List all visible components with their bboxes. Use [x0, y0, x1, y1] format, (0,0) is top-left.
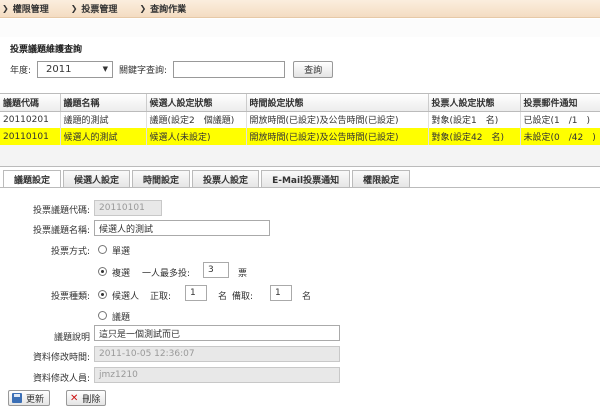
desc-field[interactable]: 這只是一個測試而已 [94, 325, 340, 341]
type-candidate-radio[interactable] [98, 290, 107, 299]
main-count-unit: 名 [218, 292, 228, 302]
modtime-label: 資料修改時間: [32, 353, 90, 363]
tab-issue-settings[interactable]: 議題設定 [3, 170, 62, 188]
table-cell: 20110101 [0, 128, 61, 145]
type-label: 投票種類: [50, 292, 90, 302]
keyword-input[interactable] [173, 60, 286, 78]
table-header-row: 議題代碼 議題名稱 候選人設定狀態 時間設定狀態 投票人設定狀態 投票郵件通知 [0, 94, 600, 112]
method-single-label: 單選 [112, 247, 131, 257]
column-header[interactable]: 時間設定狀態 [246, 94, 429, 112]
method-single-radio[interactable] [98, 245, 107, 254]
table-cell: 開放時間(已設定)及公告時間(已設定) [246, 111, 429, 128]
main-count-input[interactable]: 1 [185, 285, 207, 301]
max-votes-input[interactable]: 3 [203, 262, 229, 278]
method-multi-radio[interactable] [98, 267, 107, 276]
backup-count-label: 備取: [232, 292, 254, 302]
table-cell: 未設定(0 /42 ) [520, 128, 600, 145]
breadcrumb-item-query[interactable]: ❯ 查詢作業 [139, 2, 186, 15]
chevron-right-icon: ❯ [139, 4, 147, 13]
code-field: 20110101 [94, 200, 162, 216]
type-candidate-label: 候選人 [112, 292, 140, 302]
tab-divider [0, 187, 600, 188]
table-cell: 已設定(1 /1 ) [520, 111, 600, 128]
breadcrumb: ❯ 權限管理 ❯ 投票管理 ❯ 查詢作業 [0, 0, 600, 18]
update-button-label: 更新 [26, 394, 45, 405]
backup-count-input[interactable]: 1 [270, 285, 292, 301]
table-cell: 對象(設定42 名) [428, 128, 521, 145]
backup-count-unit: 名 [302, 292, 312, 302]
table-cell: 對象(設定1 名) [428, 111, 521, 128]
tab-email-notice[interactable]: E-Mail投票通知 [261, 170, 351, 187]
table-row[interactable]: 20110201 議題的測試 議題(設定2 個議題) 開放時間(已設定)及公告時… [0, 111, 600, 128]
breadcrumb-label: 查詢作業 [150, 5, 187, 15]
tab-permission-settings[interactable]: 權限設定 [352, 170, 411, 187]
type-issue-label: 議題 [112, 313, 131, 323]
main-count-label: 正取: [150, 292, 172, 302]
breadcrumb-item-permissions[interactable]: ❯ 權限管理 [2, 2, 49, 15]
search-row: 年度: 2011 ▼ 關鍵字查詢: 查詢 [10, 60, 334, 78]
dropdown-arrow-icon: ▼ [102, 65, 109, 73]
modby-field: jmz1210 [94, 367, 340, 383]
table-scrollbar[interactable] [0, 163, 600, 167]
table-cell: 候選人(未設定) [146, 128, 247, 145]
column-header[interactable]: 候選人設定狀態 [146, 94, 247, 112]
table-cell: 20110201 [0, 111, 61, 128]
search-button[interactable]: 查詢 [293, 60, 334, 78]
chevron-right-icon: ❯ [2, 4, 9, 13]
table-cell: 議題(設定2 個議題) [146, 111, 247, 128]
update-button[interactable]: 更新 [8, 390, 51, 406]
delete-button[interactable]: ✕ 刪除 [66, 390, 107, 406]
code-label: 投票議題代碼: [32, 206, 90, 216]
issue-table: 議題代碼 議題名稱 候選人設定狀態 時間設定狀態 投票人設定狀態 投票郵件通知 … [0, 93, 600, 163]
column-header[interactable]: 投票郵件通知 [520, 94, 600, 112]
year-select[interactable]: 2011 ▼ [37, 60, 114, 78]
method-multi-label: 複選 [112, 269, 131, 279]
table-row-selected[interactable]: 20110101 候選人的測試 候選人(未設定) 開放時間(已設定)及公告時間(… [0, 128, 600, 145]
breadcrumb-label: 權限管理 [12, 5, 49, 15]
breadcrumb-label: 投票管理 [81, 5, 118, 15]
year-label: 年度: [10, 65, 32, 76]
search-section-title: 投票議題維護查詢 [10, 45, 83, 55]
column-header[interactable]: 議題名稱 [60, 94, 147, 112]
max-votes-label: 一人最多投: [142, 269, 191, 279]
table-cell: 開放時間(已設定)及公告時間(已設定) [246, 128, 429, 145]
name-label: 投票議題名稱: [32, 226, 90, 236]
chevron-right-icon: ❯ [70, 4, 78, 13]
keyword-label: 關鍵字查詢: [119, 65, 168, 76]
modby-label: 資料修改人員: [32, 374, 90, 384]
name-field[interactable]: 候選人的測試 [94, 220, 270, 236]
breadcrumb-item-voting[interactable]: ❯ 投票管理 [71, 2, 118, 15]
tab-time-settings[interactable]: 時間設定 [132, 170, 191, 187]
column-header[interactable]: 投票人設定狀態 [428, 94, 521, 112]
max-votes-unit: 票 [238, 269, 248, 279]
save-disk-icon [12, 393, 22, 403]
type-issue-radio[interactable] [98, 311, 107, 320]
table-cell: 候選人的測試 [60, 128, 147, 145]
year-select-value: 2011 [46, 63, 72, 75]
modtime-field: 2011-10-05 12:36:07 [94, 346, 340, 362]
tab-voter-settings[interactable]: 投票人設定 [192, 170, 260, 187]
delete-x-icon: ✕ [70, 392, 79, 404]
tab-candidate-settings[interactable]: 候選人設定 [63, 170, 131, 187]
table-cell: 議題的測試 [60, 111, 147, 128]
column-header[interactable]: 議題代碼 [0, 94, 61, 112]
method-label: 投票方式: [50, 247, 90, 257]
header-band [0, 19, 600, 37]
desc-label: 議題說明 [53, 333, 90, 343]
delete-button-label: 刪除 [82, 394, 101, 405]
tab-bar: 議題設定 候選人設定 時間設定 投票人設定 E-Mail投票通知 權限設定 [3, 170, 412, 188]
